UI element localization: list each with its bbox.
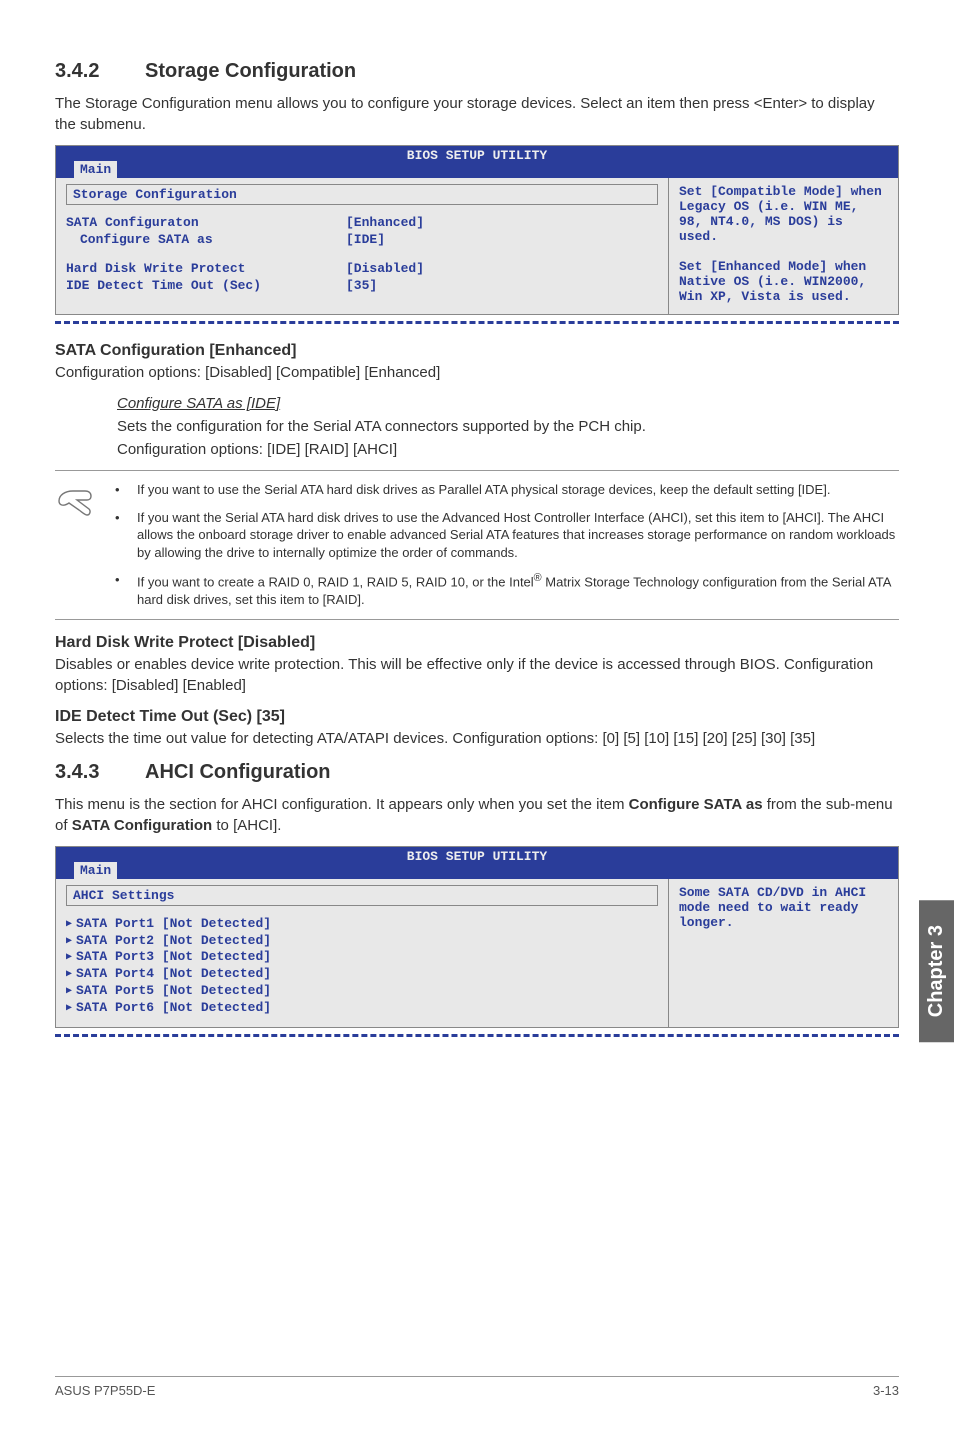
- bios-inner-title: Storage Configuration: [66, 184, 658, 205]
- note-box: • If you want to use the Serial ATA hard…: [55, 470, 899, 620]
- bios-header: BIOS SETUP UTILITY Main: [56, 146, 898, 178]
- configure-sata-as-heading: Configure SATA as [IDE]: [117, 395, 280, 412]
- section-343-intro: This menu is the section for AHCI config…: [55, 794, 899, 836]
- section-342-text: Storage Configuration: [145, 60, 356, 82]
- cut-line: [55, 321, 899, 324]
- ide-timeout-heading: IDE Detect Time Out (Sec) [35]: [55, 708, 899, 726]
- note-hand-icon: [55, 481, 115, 609]
- bios-list-item: SATA Port2 [Not Detected]: [66, 933, 658, 950]
- bios-storage-box: BIOS SETUP UTILITY Main Storage Configur…: [55, 145, 899, 315]
- configure-sata-as-block: Configure SATA as [IDE] Sets the configu…: [55, 395, 899, 460]
- hdwp-heading: Hard Disk Write Protect [Disabled]: [55, 634, 899, 652]
- ide-timeout-body: Selects the time out value for detecting…: [55, 728, 899, 749]
- bios-header-title: BIOS SETUP UTILITY: [56, 148, 898, 163]
- bios-row-hdwp: Hard Disk Write Protect [Disabled]: [66, 261, 658, 278]
- note-text: If you want to create a RAID 0, RAID 1, …: [137, 571, 899, 608]
- sata-config-heading: SATA Configuration [Enhanced]: [55, 342, 899, 360]
- bios-row-value: [Enhanced]: [346, 215, 424, 232]
- bios-header-title: BIOS SETUP UTILITY: [56, 849, 898, 864]
- note-text: If you want the Serial ATA hard disk dri…: [137, 509, 899, 562]
- note-bullet-3: • If you want to create a RAID 0, RAID 1…: [115, 571, 899, 608]
- note-bullet-1: • If you want to use the Serial ATA hard…: [115, 481, 899, 499]
- section-342-intro: The Storage Configuration menu allows yo…: [55, 93, 899, 135]
- bios-row-ide-timeout: IDE Detect Time Out (Sec) [35]: [66, 278, 658, 295]
- note-bullet-2: • If you want the Serial ATA hard disk d…: [115, 509, 899, 562]
- section-342-title: 3.4.2Storage Configuration: [55, 60, 899, 83]
- bios-list-item: SATA Port5 [Not Detected]: [66, 983, 658, 1000]
- bios-ahci-box: BIOS SETUP UTILITY Main AHCI Settings SA…: [55, 846, 899, 1028]
- bios-list-item: SATA Port4 [Not Detected]: [66, 966, 658, 983]
- bios-row-value: [Disabled]: [346, 261, 424, 278]
- cut-line: [55, 1034, 899, 1037]
- bios-row-label: SATA Configuraton: [66, 215, 346, 232]
- bios-row-label: Hard Disk Write Protect: [66, 261, 346, 278]
- bios-list-item: SATA Port3 [Not Detected]: [66, 949, 658, 966]
- bios-row-value: [35]: [346, 278, 377, 295]
- section-342-number: 3.4.2: [55, 60, 145, 83]
- configure-sata-as-body2: Configuration options: [IDE] [RAID] [AHC…: [117, 439, 899, 460]
- section-343-title: 3.4.3AHCI Configuration: [55, 761, 899, 784]
- note-text: If you want to use the Serial ATA hard d…: [137, 481, 830, 499]
- footer-right: 3-13: [873, 1383, 899, 1398]
- bios-row-value: [IDE]: [346, 232, 385, 249]
- page-footer: ASUS P7P55D-E 3-13: [55, 1376, 899, 1398]
- bios-tab-main: Main: [74, 161, 117, 178]
- chapter-tab: Chapter 3: [919, 900, 954, 1042]
- footer-left: ASUS P7P55D-E: [55, 1383, 155, 1398]
- sata-config-body: Configuration options: [Disabled] [Compa…: [55, 362, 899, 383]
- bios-row-label: IDE Detect Time Out (Sec): [66, 278, 346, 295]
- bios-list-item: SATA Port6 [Not Detected]: [66, 1000, 658, 1017]
- hdwp-body: Disables or enables device write protect…: [55, 654, 899, 696]
- bios-header: BIOS SETUP UTILITY Main: [56, 847, 898, 879]
- bios-inner-title: AHCI Settings: [66, 885, 658, 906]
- bios-row-configure-sata-as: Configure SATA as [IDE]: [66, 232, 658, 249]
- bios-row-label: Configure SATA as: [66, 232, 346, 249]
- bios-help-pane: Some SATA CD/DVD in AHCI mode need to wa…: [668, 879, 898, 1027]
- bios-list-item: SATA Port1 [Not Detected]: [66, 916, 658, 933]
- section-343-number: 3.4.3: [55, 761, 145, 784]
- bios-help-pane: Set [Compatible Mode] when Legacy OS (i.…: [668, 178, 898, 314]
- configure-sata-as-body1: Sets the configuration for the Serial AT…: [117, 416, 899, 437]
- bios-row-sata-config: SATA Configuraton [Enhanced]: [66, 215, 658, 232]
- section-343-text: AHCI Configuration: [145, 761, 331, 783]
- bios-tab-main: Main: [74, 862, 117, 879]
